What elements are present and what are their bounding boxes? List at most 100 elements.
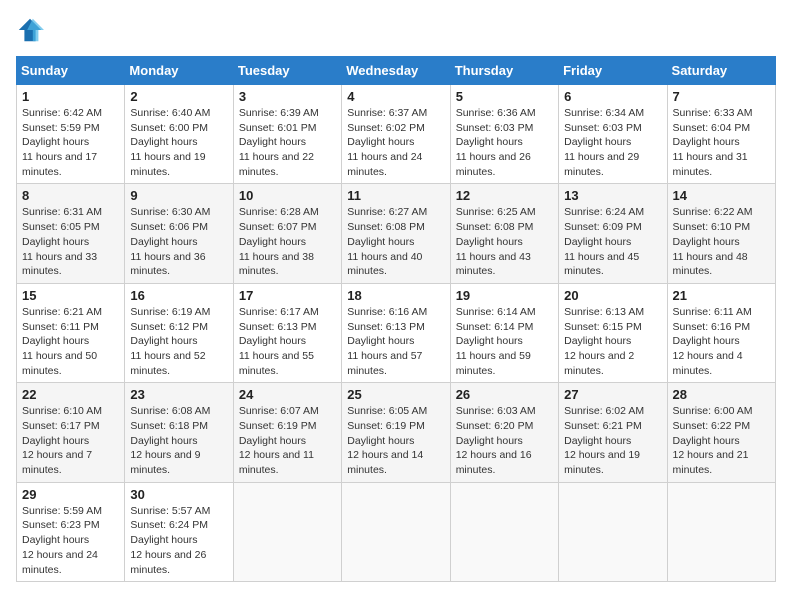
day-info: Sunrise: 6:27 AM Sunset: 6:08 PM Dayligh… xyxy=(347,205,444,278)
logo xyxy=(16,16,48,44)
day-number: 3 xyxy=(239,89,336,104)
day-number: 6 xyxy=(564,89,661,104)
calendar-cell: 24 Sunrise: 6:07 AM Sunset: 6:19 PM Dayl… xyxy=(233,383,341,482)
day-info: Sunrise: 6:22 AM Sunset: 6:10 PM Dayligh… xyxy=(673,205,770,278)
day-info: Sunrise: 6:39 AM Sunset: 6:01 PM Dayligh… xyxy=(239,106,336,179)
day-number: 14 xyxy=(673,188,770,203)
day-info: Sunrise: 6:05 AM Sunset: 6:19 PM Dayligh… xyxy=(347,404,444,477)
page-header xyxy=(16,16,776,44)
header-day-saturday: Saturday xyxy=(667,57,775,85)
header-day-thursday: Thursday xyxy=(450,57,558,85)
day-info: Sunrise: 6:36 AM Sunset: 6:03 PM Dayligh… xyxy=(456,106,553,179)
day-info: Sunrise: 6:42 AM Sunset: 5:59 PM Dayligh… xyxy=(22,106,119,179)
calendar-header: SundayMondayTuesdayWednesdayThursdayFrid… xyxy=(17,57,776,85)
day-info: Sunrise: 6:21 AM Sunset: 6:11 PM Dayligh… xyxy=(22,305,119,378)
calendar-cell: 5 Sunrise: 6:36 AM Sunset: 6:03 PM Dayli… xyxy=(450,85,558,184)
day-number: 22 xyxy=(22,387,119,402)
day-number: 19 xyxy=(456,288,553,303)
day-info: Sunrise: 6:28 AM Sunset: 6:07 PM Dayligh… xyxy=(239,205,336,278)
calendar-week-3: 15 Sunrise: 6:21 AM Sunset: 6:11 PM Dayl… xyxy=(17,283,776,382)
day-number: 18 xyxy=(347,288,444,303)
calendar-cell: 8 Sunrise: 6:31 AM Sunset: 6:05 PM Dayli… xyxy=(17,184,125,283)
header-day-friday: Friday xyxy=(559,57,667,85)
day-number: 2 xyxy=(130,89,227,104)
calendar-cell: 9 Sunrise: 6:30 AM Sunset: 6:06 PM Dayli… xyxy=(125,184,233,283)
calendar-cell: 10 Sunrise: 6:28 AM Sunset: 6:07 PM Dayl… xyxy=(233,184,341,283)
calendar-table: SundayMondayTuesdayWednesdayThursdayFrid… xyxy=(16,56,776,582)
day-number: 16 xyxy=(130,288,227,303)
calendar-cell: 19 Sunrise: 6:14 AM Sunset: 6:14 PM Dayl… xyxy=(450,283,558,382)
day-number: 11 xyxy=(347,188,444,203)
day-info: Sunrise: 5:57 AM Sunset: 6:24 PM Dayligh… xyxy=(130,504,227,577)
calendar-week-5: 29 Sunrise: 5:59 AM Sunset: 6:23 PM Dayl… xyxy=(17,482,776,581)
day-number: 4 xyxy=(347,89,444,104)
day-number: 20 xyxy=(564,288,661,303)
day-info: Sunrise: 6:40 AM Sunset: 6:00 PM Dayligh… xyxy=(130,106,227,179)
calendar-cell: 18 Sunrise: 6:16 AM Sunset: 6:13 PM Dayl… xyxy=(342,283,450,382)
day-number: 17 xyxy=(239,288,336,303)
day-info: Sunrise: 6:37 AM Sunset: 6:02 PM Dayligh… xyxy=(347,106,444,179)
calendar-cell: 13 Sunrise: 6:24 AM Sunset: 6:09 PM Dayl… xyxy=(559,184,667,283)
day-number: 29 xyxy=(22,487,119,502)
calendar-cell: 1 Sunrise: 6:42 AM Sunset: 5:59 PM Dayli… xyxy=(17,85,125,184)
calendar-week-1: 1 Sunrise: 6:42 AM Sunset: 5:59 PM Dayli… xyxy=(17,85,776,184)
header-row: SundayMondayTuesdayWednesdayThursdayFrid… xyxy=(17,57,776,85)
header-day-monday: Monday xyxy=(125,57,233,85)
calendar-cell: 4 Sunrise: 6:37 AM Sunset: 6:02 PM Dayli… xyxy=(342,85,450,184)
calendar-cell xyxy=(233,482,341,581)
day-info: Sunrise: 6:00 AM Sunset: 6:22 PM Dayligh… xyxy=(673,404,770,477)
calendar-cell: 22 Sunrise: 6:10 AM Sunset: 6:17 PM Dayl… xyxy=(17,383,125,482)
calendar-cell: 2 Sunrise: 6:40 AM Sunset: 6:00 PM Dayli… xyxy=(125,85,233,184)
calendar-cell: 15 Sunrise: 6:21 AM Sunset: 6:11 PM Dayl… xyxy=(17,283,125,382)
day-info: Sunrise: 6:25 AM Sunset: 6:08 PM Dayligh… xyxy=(456,205,553,278)
day-info: Sunrise: 6:03 AM Sunset: 6:20 PM Dayligh… xyxy=(456,404,553,477)
day-info: Sunrise: 6:14 AM Sunset: 6:14 PM Dayligh… xyxy=(456,305,553,378)
calendar-cell: 7 Sunrise: 6:33 AM Sunset: 6:04 PM Dayli… xyxy=(667,85,775,184)
day-info: Sunrise: 6:07 AM Sunset: 6:19 PM Dayligh… xyxy=(239,404,336,477)
calendar-cell: 29 Sunrise: 5:59 AM Sunset: 6:23 PM Dayl… xyxy=(17,482,125,581)
calendar-cell: 3 Sunrise: 6:39 AM Sunset: 6:01 PM Dayli… xyxy=(233,85,341,184)
day-number: 24 xyxy=(239,387,336,402)
header-day-sunday: Sunday xyxy=(17,57,125,85)
calendar-cell xyxy=(450,482,558,581)
day-number: 28 xyxy=(673,387,770,402)
calendar-body: 1 Sunrise: 6:42 AM Sunset: 5:59 PM Dayli… xyxy=(17,85,776,582)
day-info: Sunrise: 6:10 AM Sunset: 6:17 PM Dayligh… xyxy=(22,404,119,477)
day-number: 27 xyxy=(564,387,661,402)
calendar-cell: 25 Sunrise: 6:05 AM Sunset: 6:19 PM Dayl… xyxy=(342,383,450,482)
day-info: Sunrise: 6:16 AM Sunset: 6:13 PM Dayligh… xyxy=(347,305,444,378)
calendar-cell xyxy=(559,482,667,581)
day-number: 5 xyxy=(456,89,553,104)
calendar-cell: 20 Sunrise: 6:13 AM Sunset: 6:15 PM Dayl… xyxy=(559,283,667,382)
calendar-cell: 26 Sunrise: 6:03 AM Sunset: 6:20 PM Dayl… xyxy=(450,383,558,482)
day-number: 30 xyxy=(130,487,227,502)
day-info: Sunrise: 6:19 AM Sunset: 6:12 PM Dayligh… xyxy=(130,305,227,378)
day-number: 10 xyxy=(239,188,336,203)
calendar-week-4: 22 Sunrise: 6:10 AM Sunset: 6:17 PM Dayl… xyxy=(17,383,776,482)
day-info: Sunrise: 5:59 AM Sunset: 6:23 PM Dayligh… xyxy=(22,504,119,577)
calendar-week-2: 8 Sunrise: 6:31 AM Sunset: 6:05 PM Dayli… xyxy=(17,184,776,283)
calendar-cell: 23 Sunrise: 6:08 AM Sunset: 6:18 PM Dayl… xyxy=(125,383,233,482)
calendar-cell: 27 Sunrise: 6:02 AM Sunset: 6:21 PM Dayl… xyxy=(559,383,667,482)
logo-icon xyxy=(16,16,44,44)
day-info: Sunrise: 6:24 AM Sunset: 6:09 PM Dayligh… xyxy=(564,205,661,278)
calendar-cell: 11 Sunrise: 6:27 AM Sunset: 6:08 PM Dayl… xyxy=(342,184,450,283)
day-number: 13 xyxy=(564,188,661,203)
day-info: Sunrise: 6:13 AM Sunset: 6:15 PM Dayligh… xyxy=(564,305,661,378)
header-day-wednesday: Wednesday xyxy=(342,57,450,85)
day-number: 12 xyxy=(456,188,553,203)
day-info: Sunrise: 6:34 AM Sunset: 6:03 PM Dayligh… xyxy=(564,106,661,179)
calendar-cell xyxy=(667,482,775,581)
calendar-cell: 16 Sunrise: 6:19 AM Sunset: 6:12 PM Dayl… xyxy=(125,283,233,382)
calendar-cell: 17 Sunrise: 6:17 AM Sunset: 6:13 PM Dayl… xyxy=(233,283,341,382)
day-number: 21 xyxy=(673,288,770,303)
header-day-tuesday: Tuesday xyxy=(233,57,341,85)
day-number: 15 xyxy=(22,288,119,303)
day-info: Sunrise: 6:08 AM Sunset: 6:18 PM Dayligh… xyxy=(130,404,227,477)
calendar-cell xyxy=(342,482,450,581)
day-number: 1 xyxy=(22,89,119,104)
day-info: Sunrise: 6:02 AM Sunset: 6:21 PM Dayligh… xyxy=(564,404,661,477)
calendar-cell: 12 Sunrise: 6:25 AM Sunset: 6:08 PM Dayl… xyxy=(450,184,558,283)
day-info: Sunrise: 6:30 AM Sunset: 6:06 PM Dayligh… xyxy=(130,205,227,278)
calendar-cell: 21 Sunrise: 6:11 AM Sunset: 6:16 PM Dayl… xyxy=(667,283,775,382)
